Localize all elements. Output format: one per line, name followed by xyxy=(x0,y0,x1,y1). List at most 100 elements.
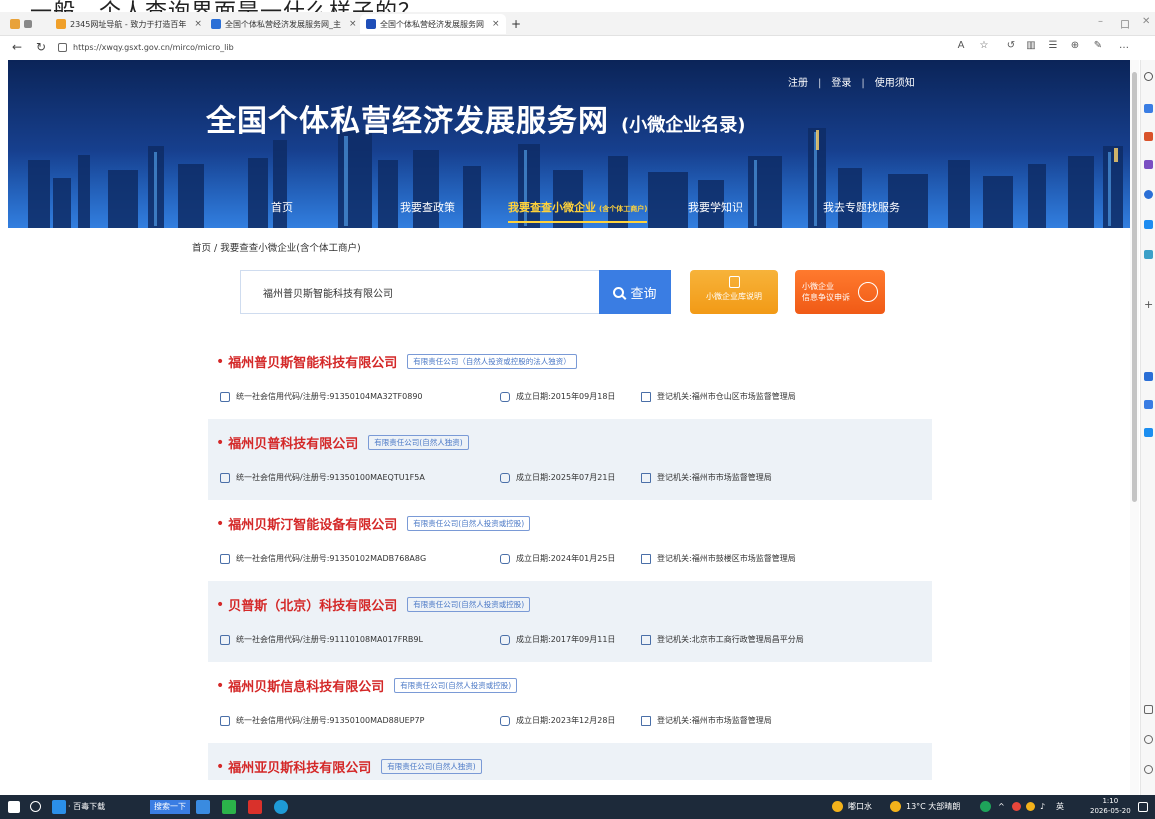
back-icon[interactable]: ← xyxy=(10,40,24,54)
collections-icon[interactable]: ⊕ xyxy=(1069,40,1081,52)
screenshot-icon[interactable] xyxy=(1144,705,1153,714)
tools-icon[interactable] xyxy=(1144,160,1153,169)
ime-indicator[interactable]: 英 xyxy=(1056,800,1064,814)
scroll-thumb[interactable] xyxy=(1132,72,1137,502)
search-button[interactable]: 查询 xyxy=(599,270,671,314)
document-icon xyxy=(728,276,740,288)
support-face-icon xyxy=(858,282,878,302)
credit-label: 统一社会信用代码/注册号: xyxy=(236,392,330,401)
dispute-label-line2: 信息争议申诉 xyxy=(802,293,850,302)
usage-notice-link[interactable]: 使用须知 xyxy=(875,74,915,89)
external-link-icon[interactable] xyxy=(1144,735,1153,744)
edge-icon[interactable] xyxy=(274,800,288,814)
company-name-link[interactable]: 福州贝斯汀智能设备有限公司 xyxy=(228,514,397,533)
close-icon[interactable]: × xyxy=(492,19,500,29)
nav-knowledge[interactable]: 我要学知识 xyxy=(688,199,743,223)
authority: 北京市工商行政管理局昌平分局 xyxy=(691,635,804,644)
authority: 福州市仓山区市场监督管理局 xyxy=(691,392,796,401)
app-icon[interactable] xyxy=(1144,400,1153,409)
company-name-link[interactable]: 福州普贝斯智能科技有限公司 xyxy=(228,352,397,371)
company-type-badge: 有限责任公司(自然人投资或控股) xyxy=(394,678,518,693)
app-icon[interactable] xyxy=(1144,428,1153,437)
shopping-icon[interactable] xyxy=(1144,132,1153,141)
register-link[interactable]: 注册 xyxy=(788,74,808,89)
file-explorer-icon[interactable] xyxy=(196,800,210,814)
extensions-icon[interactable]: ✎ xyxy=(1092,40,1104,52)
nav-policy[interactable]: 我要查政策 xyxy=(400,199,455,223)
close-icon[interactable]: × xyxy=(194,19,202,29)
site-title-main: 全国个体私营经济发展服务网 xyxy=(206,104,609,139)
clock[interactable]: 1:10 2026-05-20 xyxy=(1090,796,1131,815)
read-aloud-icon[interactable]: A xyxy=(955,40,967,52)
founded-date: 2015年09月18日 xyxy=(550,392,616,401)
authority: 福州市市场监督管理局 xyxy=(691,716,772,725)
search-input[interactable] xyxy=(241,271,599,313)
outlook-icon[interactable] xyxy=(1144,250,1153,259)
nav-search-micro[interactable]: 我要查查小微企业 (含个体工商户) xyxy=(508,199,648,223)
company-name-link[interactable]: 福州贝普科技有限公司 xyxy=(228,433,358,452)
login-link[interactable]: 登录 xyxy=(831,74,851,89)
search-icon[interactable] xyxy=(30,801,41,812)
app-icon[interactable] xyxy=(1144,372,1153,381)
location-icon xyxy=(832,801,843,812)
split-screen-icon[interactable]: ▥ xyxy=(1025,40,1037,52)
taskbar-search-button[interactable]: 搜索一下 xyxy=(150,800,190,814)
taskbar-location: 嘟口水 xyxy=(848,802,872,811)
url-field[interactable]: https://xwqy.gsxt.gov.cn/mirco/micro_lib xyxy=(58,38,938,56)
games-icon[interactable] xyxy=(1144,190,1153,199)
tab-gsxt-1[interactable]: 全国个体私营经济发展服务网_主 × xyxy=(205,14,363,34)
tab-2345[interactable]: 2345网址导航 - 致力于打造百年 × xyxy=(50,14,208,34)
close-window-icon[interactable]: ✕ xyxy=(1142,16,1150,27)
tray-app-icon[interactable] xyxy=(1026,802,1035,811)
authority-label: 登记机关: xyxy=(657,473,692,482)
favorite-star-icon[interactable]: ☆ xyxy=(978,40,990,52)
favorites-icon[interactable]: ☰ xyxy=(1047,40,1059,52)
credit-code-icon xyxy=(220,715,230,726)
browser-menu-icon[interactable] xyxy=(4,14,42,34)
wps-icon[interactable] xyxy=(248,800,262,814)
company-name-link[interactable]: 福州亚贝斯科技有限公司 xyxy=(228,757,371,776)
more-icon[interactable]: … xyxy=(1118,40,1130,52)
nav-home[interactable]: 首页 xyxy=(271,199,293,223)
windows-start-icon[interactable] xyxy=(8,801,20,813)
notification-icon[interactable] xyxy=(1138,802,1148,812)
minimize-icon[interactable]: – xyxy=(1098,16,1103,27)
dispute-appeal-button[interactable]: 小微企业 信息争议申诉 xyxy=(795,270,885,314)
tray-app-icon[interactable] xyxy=(980,801,991,812)
close-icon[interactable]: × xyxy=(349,19,357,29)
gear-icon[interactable] xyxy=(1144,765,1153,774)
nav-topic-service[interactable]: 我去专题找服务 xyxy=(823,199,900,223)
authority-label: 登记机关: xyxy=(657,635,692,644)
tab-favicon-icon xyxy=(56,19,66,29)
tray-chevron-icon[interactable]: ^ xyxy=(998,800,1005,814)
office-icon[interactable] xyxy=(1144,220,1153,229)
maximize-icon[interactable]: 口 xyxy=(1120,16,1130,31)
dispute-label-line1: 小微企业 xyxy=(802,282,834,291)
taskbar-download-label[interactable]: · 百毒下载 xyxy=(68,800,105,814)
tray-app-icon[interactable] xyxy=(1012,802,1021,811)
copilot-icon[interactable] xyxy=(1144,104,1153,113)
page-scrollbar[interactable] xyxy=(1130,60,1139,800)
volume-icon[interactable]: ♪ xyxy=(1040,800,1045,814)
add-icon[interactable]: + xyxy=(1144,299,1153,310)
credit-code: 91110108MA017FRB9L xyxy=(329,635,423,644)
credit-code-icon xyxy=(220,472,230,483)
refresh-page-icon[interactable]: ↺ xyxy=(1005,40,1017,52)
credit-label: 统一社会信用代码/注册号: xyxy=(236,635,330,644)
new-tab-button[interactable]: + xyxy=(505,14,527,34)
micro-lib-info-button[interactable]: 小微企业库说明 xyxy=(690,270,778,314)
nav-label: 我去专题找服务 xyxy=(823,201,900,214)
credit-label: 统一社会信用代码/注册号: xyxy=(236,473,330,482)
taskbar-weather[interactable]: 13°C 大部晴朗 xyxy=(906,800,960,814)
refresh-icon[interactable]: ↻ xyxy=(34,40,48,54)
tab-gsxt-2[interactable]: 全国个体私营经济发展服务网 × xyxy=(360,14,506,34)
company-name-link[interactable]: 福州贝斯信息科技有限公司 xyxy=(228,676,384,695)
company-name-link[interactable]: 贝普斯（北京）科技有限公司 xyxy=(228,595,397,614)
wechat-icon[interactable] xyxy=(222,800,236,814)
date-label: 成立日期: xyxy=(516,554,551,563)
authority-label: 登记机关: xyxy=(657,554,692,563)
ie-icon[interactable] xyxy=(52,800,66,814)
authority: 福州市市场监督管理局 xyxy=(691,473,772,482)
company-type-badge: 有限责任公司(自然人独资) xyxy=(381,759,482,774)
search-icon[interactable] xyxy=(1144,72,1153,81)
